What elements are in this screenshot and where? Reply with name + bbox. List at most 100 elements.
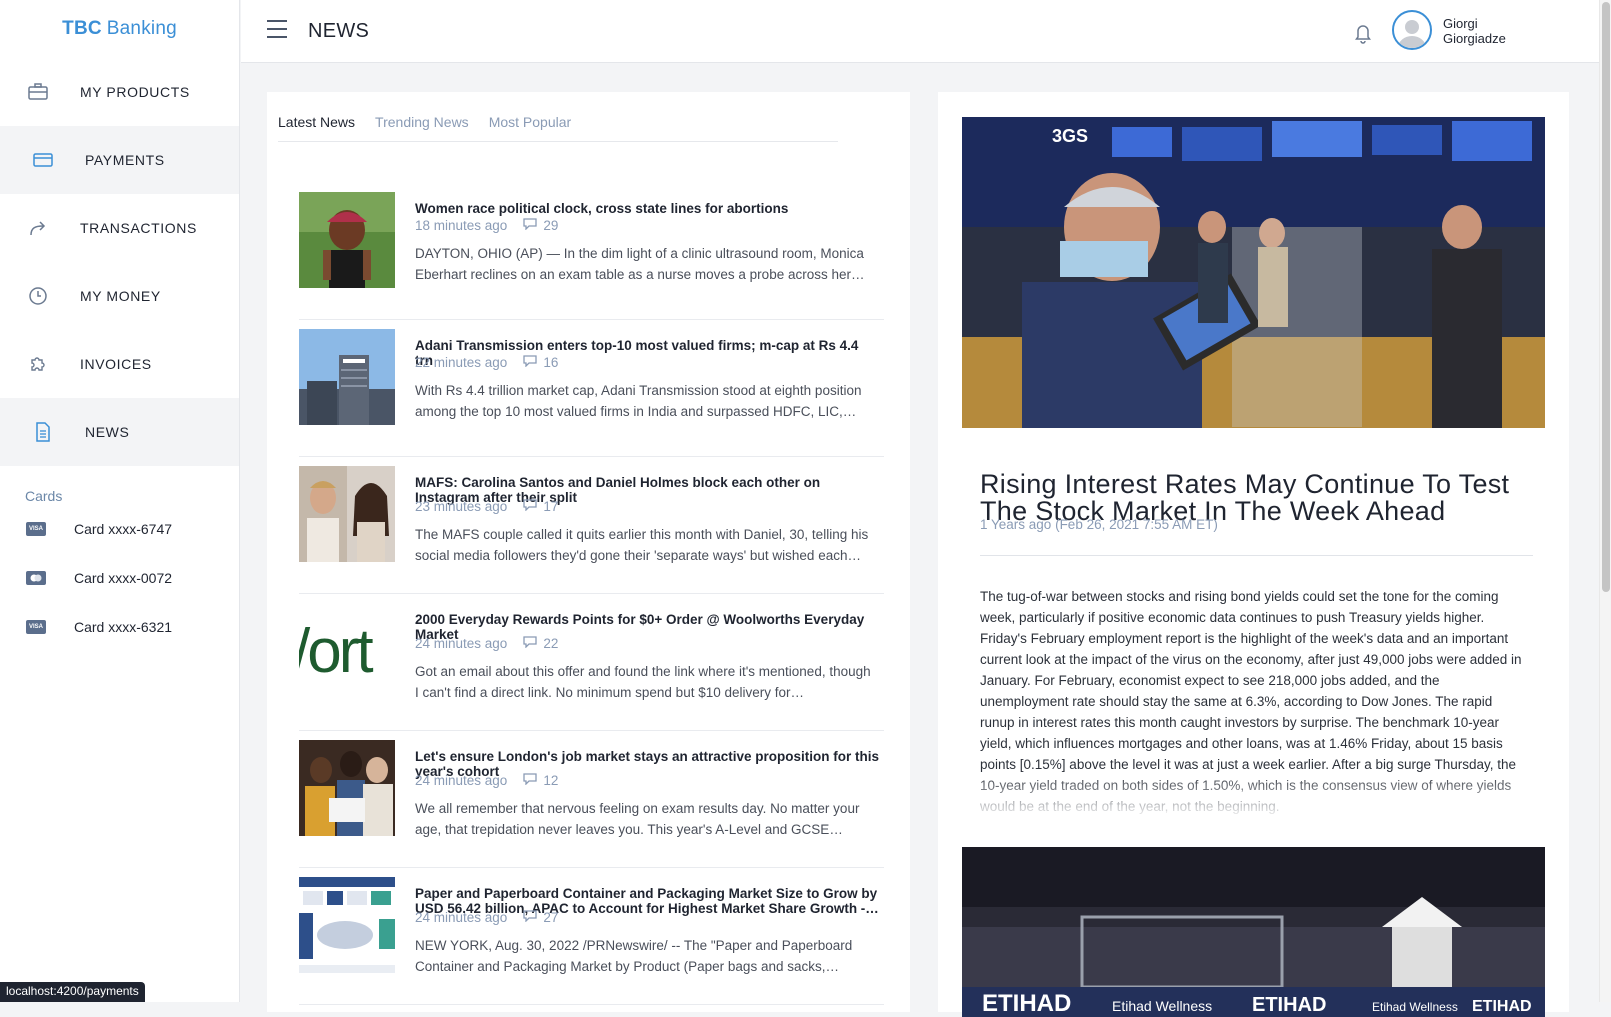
card-label: Card xxxx-6747 [74, 520, 173, 537]
news-comment-count: 17 [543, 499, 559, 514]
news-comments: 17 [523, 499, 558, 514]
svg-text:Etihad Wellness: Etihad Wellness [1112, 998, 1212, 1014]
tab-trending-news[interactable]: Trending News [375, 102, 469, 141]
mastercard-card-icon [26, 570, 46, 585]
news-thumbnail[interactable] [299, 192, 395, 288]
news-thumbnail[interactable] [299, 329, 395, 425]
news-excerpt-text: Got an email about this offer and found … [415, 664, 871, 700]
puzzle-icon [28, 354, 48, 374]
nav-label: NEWS [85, 424, 130, 440]
clock-icon [28, 286, 48, 306]
nav-label: MY MONEY [80, 288, 161, 304]
share-arrow-icon [28, 218, 48, 238]
news-excerpt-text: We all remember that nervous feeling on … [415, 801, 860, 837]
woolworths-thumb-text: /ort [299, 616, 374, 686]
news-item[interactable]: MAFS: Carolina Santos and Daniel Holmes … [299, 466, 884, 594]
news-meta: 24 minutes ago 22 [415, 636, 558, 651]
page-scrollbar[interactable] [1599, 0, 1611, 1002]
news-tabs: Latest News Trending News Most Popular [278, 102, 838, 142]
news-time: 24 minutes ago [415, 910, 508, 925]
news-comments: 22 [523, 636, 558, 651]
visa-card-icon: VISA [26, 619, 46, 634]
news-meta: 24 minutes ago 27 [415, 910, 558, 925]
document-icon [33, 422, 53, 442]
news-item[interactable]: /ort 2000 Everyday Rewards Points for $0… [299, 603, 884, 731]
comment-icon [523, 218, 537, 233]
brand-light: Banking [106, 18, 177, 39]
tab-most-popular[interactable]: Most Popular [489, 102, 571, 141]
avatar[interactable] [1392, 10, 1432, 50]
news-comment-count: 27 [543, 910, 559, 925]
comment-icon [523, 910, 537, 925]
cards-section-label: Cards [25, 488, 63, 504]
svg-text:Etihad Wellness: Etihad Wellness [1372, 1000, 1458, 1014]
news-excerpt: With Rs 4.4 trillion market cap, Adani T… [415, 380, 875, 422]
card-item-0072[interactable]: Card xxxx-0072 [0, 553, 239, 602]
news-excerpt: Got an email about this offer and found … [415, 661, 875, 703]
news-excerpt-text: DAYTON, OHIO (AP) — In the dim light of … [415, 246, 865, 282]
news-item[interactable]: Women race political clock, cross state … [299, 192, 884, 320]
nav-item-my-money[interactable]: MY MONEY [0, 262, 239, 330]
news-comments: 12 [523, 773, 558, 788]
news-excerpt-text: The MAFS couple called it quits earlier … [415, 527, 869, 563]
news-time: 23 minutes ago [415, 499, 508, 514]
news-excerpt: NEW YORK, Aug. 30, 2022 /PRNewswire/ -- … [415, 935, 875, 977]
credit-card-icon [33, 150, 53, 170]
news-meta: 23 minutes ago 17 [415, 499, 558, 514]
news-thumbnail[interactable] [299, 466, 395, 562]
news-excerpt: DAYTON, OHIO (AP) — In the dim light of … [415, 243, 875, 285]
news-comments: 29 [523, 218, 558, 233]
svg-text:ETIHAD: ETIHAD [982, 990, 1071, 1017]
news-title[interactable]: Women race political clock, cross state … [415, 201, 880, 216]
news-time: 18 minutes ago [415, 218, 508, 233]
status-bar-url: localhost:4200/payments [0, 982, 145, 1002]
card-item-6321[interactable]: VISA Card xxxx-6321 [0, 602, 239, 651]
news-excerpt-text: With Rs 4.4 trillion market cap, Adani T… [415, 383, 862, 419]
article-hero-image: 3GS [962, 117, 1545, 428]
bell-icon[interactable] [1353, 22, 1373, 44]
news-comments: 16 [523, 355, 558, 370]
sidebar: TBC Banking MY PRODUCTS PAYMENTS TRANSAC… [0, 0, 240, 1002]
briefcase-icon [28, 82, 48, 102]
news-list-panel: Latest News Trending News Most Popular W… [267, 92, 910, 1012]
nav-item-my-products[interactable]: MY PRODUCTS [0, 58, 239, 126]
card-item-6747[interactable]: VISA Card xxxx-6747 [0, 504, 239, 553]
comment-icon [523, 636, 537, 651]
nav-item-transactions[interactable]: TRANSACTIONS [0, 194, 239, 262]
tab-latest-news[interactable]: Latest News [278, 102, 355, 141]
visa-card-icon: VISA [26, 521, 46, 536]
user-last-name: Giorgiadze [1443, 31, 1506, 46]
news-thumbnail[interactable] [299, 877, 395, 973]
comment-icon [523, 355, 537, 370]
scrollbar-thumb[interactable] [1602, 2, 1610, 592]
article-divider [980, 555, 1533, 556]
nav-item-payments[interactable]: PAYMENTS [0, 126, 239, 194]
brand-logo[interactable]: TBC Banking [0, 0, 239, 58]
news-item[interactable]: Let's ensure London's job market stays a… [299, 740, 884, 868]
news-excerpt-text: NEW YORK, Aug. 30, 2022 /PRNewswire/ -- … [415, 938, 853, 974]
comment-icon [523, 499, 537, 514]
svg-text:ETIHAD: ETIHAD [1472, 998, 1532, 1015]
news-meta: 24 minutes ago 12 [415, 773, 558, 788]
nav-item-news[interactable]: NEWS [0, 398, 239, 466]
top-header: NEWS Giorgi Giorgiadze [241, 0, 1599, 63]
svg-text:ETIHAD: ETIHAD [1252, 994, 1326, 1016]
user-name[interactable]: Giorgi Giorgiadze [1443, 16, 1506, 46]
menu-icon[interactable] [267, 20, 287, 38]
news-time: 24 minutes ago [415, 773, 508, 788]
nav-item-invoices[interactable]: INVOICES [0, 330, 239, 398]
brand-bold: TBC [62, 18, 102, 39]
article-panel: 3GS Rising Interest Rates May Continue T… [938, 92, 1569, 1017]
article-second-image: ETIHAD Etihad Wellness ETIHAD Etihad Wel… [962, 847, 1545, 1017]
nav-label: INVOICES [80, 356, 152, 372]
news-comment-count: 16 [543, 355, 559, 370]
news-item[interactable]: Adani Transmission enters top-10 most va… [299, 329, 884, 457]
news-time: 22 minutes ago [415, 355, 508, 370]
article-fade [980, 772, 1533, 820]
article-date: 1 Years ago (Feb 26, 2021 7:55 AM ET) [980, 517, 1218, 532]
nav-label: PAYMENTS [85, 152, 165, 168]
news-item[interactable]: Paper and Paperboard Container and Packa… [299, 877, 884, 1005]
user-first-name: Giorgi [1443, 16, 1478, 31]
news-thumbnail[interactable] [299, 740, 395, 836]
news-thumbnail[interactable]: /ort [299, 603, 395, 699]
